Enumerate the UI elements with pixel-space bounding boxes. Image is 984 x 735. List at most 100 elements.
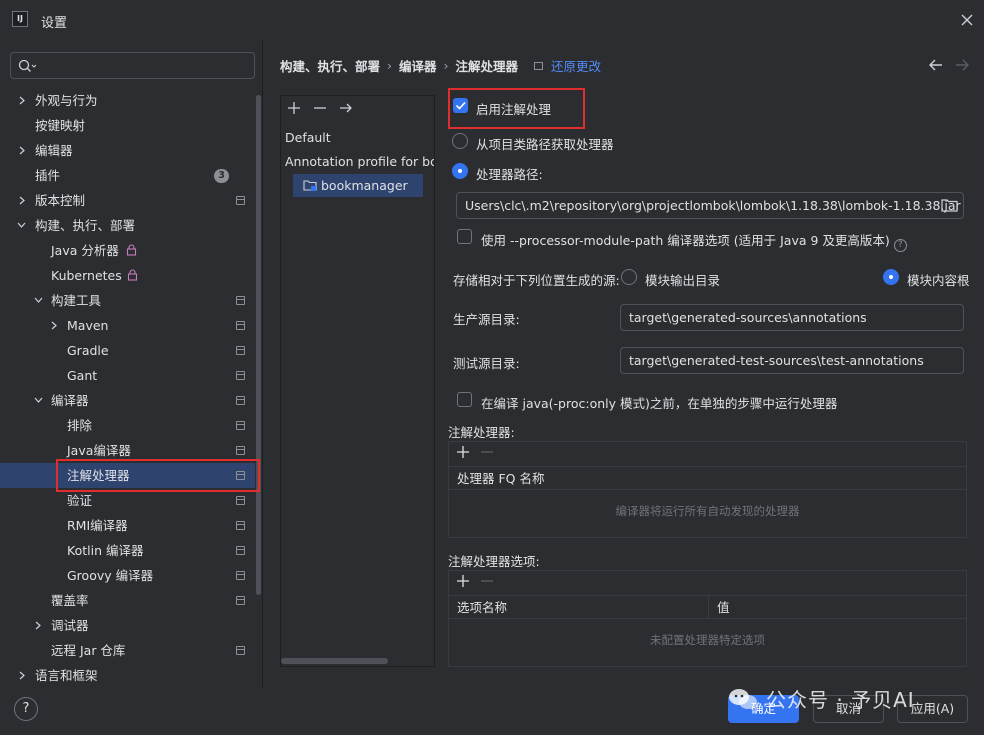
- add-option-button[interactable]: [456, 574, 470, 588]
- arrow-right-icon: [956, 59, 969, 71]
- cancel-button[interactable]: 取消: [813, 695, 884, 723]
- sidebar-item-debugger[interactable]: 调试器: [0, 613, 255, 638]
- processor-fq-header[interactable]: 处理器 FQ 名称: [449, 466, 966, 490]
- breadcrumb-item: 编译器: [399, 59, 437, 74]
- project-scope-icon: [236, 296, 245, 305]
- chevron-right-icon: [19, 146, 25, 155]
- chevron-right-icon: [19, 671, 25, 680]
- processor-module-path-checkbox[interactable]: [457, 229, 472, 244]
- sidebar-item-coverage[interactable]: 覆盖率: [0, 588, 255, 613]
- title-bar: [0, 0, 984, 40]
- from-classpath-label: 从项目类路径获取处理器: [476, 137, 614, 152]
- settings-search-input[interactable]: [10, 52, 255, 79]
- sidebar-item-groovy-compiler[interactable]: Groovy 编译器: [0, 563, 255, 588]
- sidebar-item-label: 版本控制: [35, 193, 86, 208]
- sidebar-item-appearance[interactable]: 外观与行为: [0, 88, 255, 113]
- lock-icon: [126, 244, 137, 256]
- remove-processor-button[interactable]: [480, 445, 494, 459]
- minus-icon: [314, 107, 326, 109]
- revert-changes-link[interactable]: 还原更改: [551, 56, 601, 75]
- move-to-profile-button[interactable]: [338, 100, 354, 116]
- sidebar-item-keymap[interactable]: 按键映射: [0, 113, 255, 138]
- sidebar-item-kubernetes[interactable]: Kubernetes: [0, 263, 255, 288]
- back-button[interactable]: [928, 58, 944, 72]
- option-name-header[interactable]: 选项名称: [449, 595, 709, 619]
- forward-button[interactable]: [954, 58, 970, 72]
- sidebar-item-build[interactable]: 构建、执行、部署: [0, 213, 255, 238]
- module-output-dir-radio[interactable]: [621, 269, 637, 285]
- sidebar-item-label: Maven: [67, 318, 109, 333]
- store-relative-label: 存储相对于下列位置生成的源:: [453, 273, 620, 288]
- sidebar-item-rmi-compiler[interactable]: RMI编译器: [0, 513, 255, 538]
- ok-button[interactable]: 确定: [728, 695, 799, 723]
- sidebar-item-languages[interactable]: 语言和框架: [0, 663, 255, 688]
- project-scope-icon: [236, 596, 245, 605]
- breadcrumb-item: 构建、执行、部署: [280, 59, 381, 74]
- plus-icon: [288, 102, 300, 114]
- close-button[interactable]: [955, 8, 979, 32]
- profiles-horizontal-scrollbar[interactable]: [281, 658, 388, 664]
- sidebar-item-maven[interactable]: Maven: [0, 313, 255, 338]
- sidebar-item-kotlin-compiler[interactable]: Kotlin 编译器: [0, 538, 255, 563]
- sidebar-item-label: Gant: [67, 368, 98, 383]
- profile-module-bookmanager[interactable]: bookmanager: [293, 174, 423, 197]
- sidebar-item-plugins[interactable]: 插件 3: [0, 163, 255, 188]
- annotation-profiles-panel: Default Annotation profile for bookmanag…: [280, 95, 435, 667]
- plus-icon: [457, 446, 469, 458]
- plugins-count-badge: 3: [214, 169, 229, 183]
- close-icon: [961, 14, 973, 26]
- minus-icon: [481, 580, 493, 582]
- arrow-right-icon: [340, 103, 352, 113]
- module-content-root-radio[interactable]: [883, 269, 899, 285]
- sidebar-item-compiler[interactable]: 编译器: [0, 388, 255, 413]
- project-scope-icon: [236, 546, 245, 555]
- project-scope-icon: [236, 346, 245, 355]
- apply-button[interactable]: 应用(A): [897, 695, 968, 723]
- sidebar-item-remote-jar[interactable]: 远程 Jar 仓库: [0, 638, 255, 663]
- sidebar-item-label: 构建、执行、部署: [35, 218, 136, 233]
- breadcrumb-separator: ›: [443, 58, 449, 73]
- project-scope-icon: [534, 61, 544, 70]
- sidebar-item-build-tools[interactable]: 构建工具: [0, 288, 255, 313]
- chevron-right-icon: [19, 196, 25, 205]
- sidebar-item-excludes[interactable]: 排除: [0, 413, 255, 438]
- breadcrumb-separator: ›: [387, 58, 393, 73]
- chevron-right-icon: [35, 621, 41, 630]
- add-profile-button[interactable]: [286, 100, 302, 116]
- sidebar-item-label: 调试器: [51, 618, 89, 633]
- separate-step-label: 在编译 java(-proc:only 模式)之前，在单独的步骤中运行处理器: [481, 396, 838, 411]
- processor-path-input[interactable]: Users\clc\.m2\repository\org\projectlomb…: [456, 192, 964, 219]
- browse-folder-button[interactable]: [941, 198, 958, 212]
- sidebar-item-label: 构建工具: [51, 293, 102, 308]
- sidebar-item-label: Kubernetes: [51, 268, 122, 283]
- breadcrumb: 构建、执行、部署 › 编译器 › 注解处理器 还原更改: [280, 56, 601, 75]
- separate-step-checkbox[interactable]: [457, 392, 472, 407]
- remove-option-button[interactable]: [480, 574, 494, 588]
- project-scope-icon: [236, 521, 245, 530]
- help-icon[interactable]: ?: [893, 239, 907, 252]
- sidebar-item-label: 插件: [35, 168, 61, 183]
- help-button[interactable]: ?: [14, 697, 38, 721]
- production-sources-input[interactable]: target\generated-sources\annotations: [620, 304, 964, 331]
- processor-path-radio[interactable]: [452, 163, 468, 179]
- project-scope-icon: [236, 496, 245, 505]
- profile-bookmanager[interactable]: Annotation profile for bookmanager: [285, 154, 434, 169]
- enable-annotation-processing-checkbox[interactable]: [453, 98, 468, 113]
- sidebar-item-label: Groovy 编译器: [67, 568, 154, 583]
- sidebar-item-gradle[interactable]: Gradle: [0, 338, 255, 363]
- sidebar-item-vcs[interactable]: 版本控制: [0, 188, 255, 213]
- add-processor-button[interactable]: [456, 445, 470, 459]
- option-value-header[interactable]: 值: [709, 595, 966, 619]
- profile-default[interactable]: Default: [285, 130, 331, 145]
- sidebar-item-gant[interactable]: Gant: [0, 363, 255, 388]
- sidebar-scrollbar[interactable]: [256, 95, 261, 595]
- options-empty-text: 未配置处理器特定选项: [650, 633, 765, 647]
- sidebar-item-java-profiler[interactable]: Java 分析器: [0, 238, 255, 263]
- sidebar-item-editor[interactable]: 编辑器: [0, 138, 255, 163]
- from-classpath-radio[interactable]: [452, 133, 468, 149]
- test-sources-input[interactable]: target\generated-test-sources\test-annot…: [620, 347, 964, 374]
- remove-profile-button[interactable]: [312, 100, 328, 116]
- sidebar-item-label: Kotlin 编译器: [67, 543, 144, 558]
- project-scope-icon: [236, 371, 245, 380]
- sidebar-item-label: 远程 Jar 仓库: [51, 643, 126, 658]
